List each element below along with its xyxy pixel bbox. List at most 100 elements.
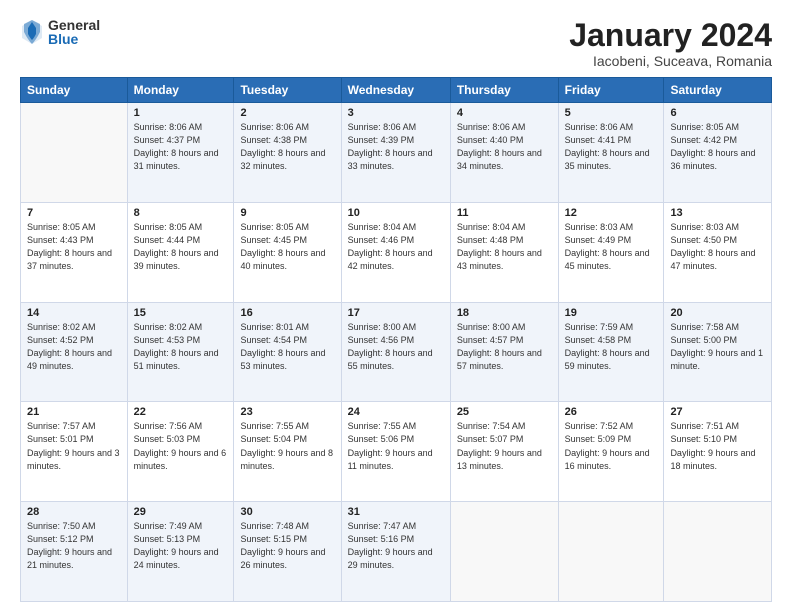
calendar-header: Sunday Monday Tuesday Wednesday Thursday…: [21, 78, 772, 103]
day-info: Sunrise: 8:06 AM Sunset: 4:37 PM Dayligh…: [134, 121, 228, 173]
calendar-cell: 9 Sunrise: 8:05 AM Sunset: 4:45 PM Daylig…: [234, 202, 341, 302]
day-info: Sunrise: 8:02 AM Sunset: 4:53 PM Dayligh…: [134, 321, 228, 373]
col-monday: Monday: [127, 78, 234, 103]
day-number: 21: [27, 406, 121, 418]
day-info: Sunrise: 8:05 AM Sunset: 4:43 PM Dayligh…: [27, 221, 121, 273]
day-number: 14: [27, 307, 121, 319]
day-info: Sunrise: 8:00 AM Sunset: 4:57 PM Dayligh…: [457, 321, 552, 373]
day-info: Sunrise: 7:48 AM Sunset: 5:15 PM Dayligh…: [240, 520, 334, 572]
calendar-week-3: 14 Sunrise: 8:02 AM Sunset: 4:52 PM Dayli…: [21, 302, 772, 402]
calendar-cell: 6Sunrise: 8:05 AM Sunset: 4:42 PM Daylig…: [664, 103, 772, 203]
day-number: 19: [565, 307, 658, 319]
day-number: 9: [240, 207, 334, 219]
day-number: 7: [27, 207, 121, 219]
calendar-cell: 8 Sunrise: 8:05 AM Sunset: 4:44 PM Daylig…: [127, 202, 234, 302]
calendar-page: General Blue January 2024 Iacobeni, Suce…: [0, 0, 792, 612]
day-info: Sunrise: 7:55 AM Sunset: 5:06 PM Dayligh…: [348, 420, 444, 472]
calendar-cell: 21 Sunrise: 7:57 AM Sunset: 5:01 PM Dayli…: [21, 402, 128, 502]
day-info: Sunrise: 8:05 AM Sunset: 4:45 PM Dayligh…: [240, 221, 334, 273]
day-info: Sunrise: 8:04 AM Sunset: 4:46 PM Dayligh…: [348, 221, 444, 273]
day-info: Sunrise: 8:04 AM Sunset: 4:48 PM Dayligh…: [457, 221, 552, 273]
day-info: Sunrise: 7:50 AM Sunset: 5:12 PM Dayligh…: [27, 520, 121, 572]
calendar-body: 1 Sunrise: 8:06 AM Sunset: 4:37 PM Daylig…: [21, 103, 772, 602]
day-number: 11: [457, 207, 552, 219]
day-info: Sunrise: 8:03 AM Sunset: 4:49 PM Dayligh…: [565, 221, 658, 273]
header: General Blue January 2024 Iacobeni, Suce…: [20, 18, 772, 69]
calendar-cell: [21, 103, 128, 203]
col-wednesday: Wednesday: [341, 78, 450, 103]
day-info: Sunrise: 7:51 AM Sunset: 5:10 PM Dayligh…: [670, 420, 765, 472]
day-number: 25: [457, 406, 552, 418]
calendar-cell: 7 Sunrise: 8:05 AM Sunset: 4:43 PM Daylig…: [21, 202, 128, 302]
calendar-cell: 13 Sunrise: 8:03 AM Sunset: 4:50 PM Dayli…: [664, 202, 772, 302]
logo-general: General: [48, 18, 100, 32]
calendar-cell: 24 Sunrise: 7:55 AM Sunset: 5:06 PM Dayli…: [341, 402, 450, 502]
day-info: Sunrise: 7:57 AM Sunset: 5:01 PM Dayligh…: [27, 420, 121, 472]
calendar-cell: 10 Sunrise: 8:04 AM Sunset: 4:46 PM Dayli…: [341, 202, 450, 302]
day-number: 15: [134, 307, 228, 319]
day-number: 22: [134, 406, 228, 418]
day-number: 12: [565, 207, 658, 219]
day-number: 13: [670, 207, 765, 219]
day-info: Sunrise: 8:02 AM Sunset: 4:52 PM Dayligh…: [27, 321, 121, 373]
calendar-cell: 11 Sunrise: 8:04 AM Sunset: 4:48 PM Dayli…: [450, 202, 558, 302]
day-number: 5: [565, 107, 658, 119]
calendar-cell: 14 Sunrise: 8:02 AM Sunset: 4:52 PM Dayli…: [21, 302, 128, 402]
day-number: 31: [348, 506, 444, 518]
calendar-cell: 25Sunrise: 7:54 AM Sunset: 5:07 PM Dayli…: [450, 402, 558, 502]
day-info: Sunrise: 8:00 AM Sunset: 4:56 PM Dayligh…: [348, 321, 444, 373]
calendar-cell: [664, 502, 772, 602]
calendar-week-2: 7 Sunrise: 8:05 AM Sunset: 4:43 PM Daylig…: [21, 202, 772, 302]
calendar-cell: [558, 502, 664, 602]
day-number: 6: [670, 107, 765, 119]
calendar-cell: 2 Sunrise: 8:06 AM Sunset: 4:38 PM Daylig…: [234, 103, 341, 203]
day-number: 1: [134, 107, 228, 119]
day-number: 16: [240, 307, 334, 319]
col-friday: Friday: [558, 78, 664, 103]
day-number: 24: [348, 406, 444, 418]
day-number: 3: [348, 107, 444, 119]
calendar-cell: 17 Sunrise: 8:00 AM Sunset: 4:56 PM Dayli…: [341, 302, 450, 402]
calendar-cell: [450, 502, 558, 602]
day-info: Sunrise: 7:56 AM Sunset: 5:03 PM Dayligh…: [134, 420, 228, 472]
day-number: 10: [348, 207, 444, 219]
calendar-cell: 30 Sunrise: 7:48 AM Sunset: 5:15 PM Dayli…: [234, 502, 341, 602]
calendar-cell: 22 Sunrise: 7:56 AM Sunset: 5:03 PM Dayli…: [127, 402, 234, 502]
day-info: Sunrise: 8:06 AM Sunset: 4:40 PM Dayligh…: [457, 121, 552, 173]
calendar-cell: 31 Sunrise: 7:47 AM Sunset: 5:16 PM Dayli…: [341, 502, 450, 602]
day-info: Sunrise: 7:55 AM Sunset: 5:04 PM Dayligh…: [240, 420, 334, 472]
day-info: Sunrise: 8:05 AM Sunset: 4:44 PM Dayligh…: [134, 221, 228, 273]
col-saturday: Saturday: [664, 78, 772, 103]
calendar-table: Sunday Monday Tuesday Wednesday Thursday…: [20, 77, 772, 602]
calendar-cell: 19 Sunrise: 7:59 AM Sunset: 4:58 PM Dayli…: [558, 302, 664, 402]
day-number: 4: [457, 107, 552, 119]
day-number: 18: [457, 307, 552, 319]
day-number: 23: [240, 406, 334, 418]
day-number: 8: [134, 207, 228, 219]
day-info: Sunrise: 8:06 AM Sunset: 4:39 PM Dayligh…: [348, 121, 444, 173]
day-number: 2: [240, 107, 334, 119]
calendar-cell: 20Sunrise: 7:58 AM Sunset: 5:00 PM Dayli…: [664, 302, 772, 402]
day-info: Sunrise: 7:52 AM Sunset: 5:09 PM Dayligh…: [565, 420, 658, 472]
header-row: Sunday Monday Tuesday Wednesday Thursday…: [21, 78, 772, 103]
day-info: Sunrise: 8:06 AM Sunset: 4:38 PM Dayligh…: [240, 121, 334, 173]
logo-icon: [20, 18, 44, 46]
day-number: 20: [670, 307, 765, 319]
calendar-cell: 18 Sunrise: 8:00 AM Sunset: 4:57 PM Dayli…: [450, 302, 558, 402]
col-sunday: Sunday: [21, 78, 128, 103]
day-info: Sunrise: 7:59 AM Sunset: 4:58 PM Dayligh…: [565, 321, 658, 373]
col-thursday: Thursday: [450, 78, 558, 103]
day-number: 17: [348, 307, 444, 319]
calendar-cell: 28 Sunrise: 7:50 AM Sunset: 5:12 PM Dayli…: [21, 502, 128, 602]
day-number: 28: [27, 506, 121, 518]
calendar-cell: 16Sunrise: 8:01 AM Sunset: 4:54 PM Dayli…: [234, 302, 341, 402]
calendar-cell: 23 Sunrise: 7:55 AM Sunset: 5:04 PM Dayli…: [234, 402, 341, 502]
day-number: 30: [240, 506, 334, 518]
day-number: 27: [670, 406, 765, 418]
calendar-cell: 26 Sunrise: 7:52 AM Sunset: 5:09 PM Dayli…: [558, 402, 664, 502]
day-info: Sunrise: 7:47 AM Sunset: 5:16 PM Dayligh…: [348, 520, 444, 572]
logo-text: General Blue: [48, 18, 100, 46]
day-info: Sunrise: 8:03 AM Sunset: 4:50 PM Dayligh…: [670, 221, 765, 273]
calendar-cell: 1 Sunrise: 8:06 AM Sunset: 4:37 PM Daylig…: [127, 103, 234, 203]
day-number: 26: [565, 406, 658, 418]
